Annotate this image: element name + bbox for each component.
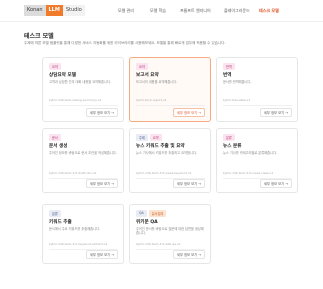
task-card-keyword-extraction[interactable]: 분류 키워드 추출 문서에서 주요 키워드를 추출해줍니다. kyllm-13b… <box>42 204 124 264</box>
card-model-path: kyllm-13b-tech-dialog-summary-v1 <box>49 98 102 102</box>
card-tag: 번역 <box>223 63 235 70</box>
card-divider <box>49 105 118 106</box>
view-details-button[interactable]: 세부 정보 보기 → <box>172 108 205 117</box>
card-tag: 문서 <box>49 134 61 141</box>
view-details-button[interactable]: 세부 정보 보기 → <box>85 108 118 117</box>
nav-model-management[interactable]: 모델 관리 <box>118 8 134 14</box>
view-details-button[interactable]: 세부 정보 보기 → <box>85 179 118 188</box>
page-title: 테스크 모델 <box>24 33 54 40</box>
task-card-translation[interactable]: 번역 번역 문서를 번역해줍니다. kyllm-translate-v1 세부 … <box>216 57 298 122</box>
card-model-path: kyllm-translate-v1 <box>223 98 251 102</box>
card-title: 뉴스 분류 <box>223 144 242 149</box>
card-title: 번역 <box>223 73 232 78</box>
card-model-path: kyllm-13b-tech-3.0-wiki-qa-v1 <box>136 242 181 246</box>
top-navigation-bar: Konan LLM Studio 모델 관리 모델 학습 프롬프트 엔지니어 플… <box>0 0 323 22</box>
task-card-doc-generation[interactable]: 문서 문서 생성 주어진 정보를 바탕으로 문서 초안을 작성해줍니다. kyl… <box>42 128 124 193</box>
card-divider <box>223 105 292 106</box>
brand-part-konan: Konan <box>24 5 46 16</box>
card-tag: 요약 <box>49 63 61 70</box>
card-description: 고객과 상담원 간의 대화 내용을 요약해줍니다. <box>49 80 111 84</box>
card-tag: 분류 <box>49 210 61 217</box>
card-model-path: kyllm-13b-tech-3.0-draft-doc-v1 <box>49 171 97 175</box>
card-description: 주어진 문서를 바탕으로 질문에 대한 답변을 생성해줍니다. <box>136 227 204 236</box>
card-tag: 유사질의 <box>148 210 167 217</box>
card-description: 문서를 번역해줍니다. <box>223 80 252 84</box>
card-title: 키워드 추출 <box>49 220 72 225</box>
card-model-path: kyllm-13b-tech-3.0-news-class-v1 <box>223 171 274 175</box>
page-subtitle: 주제에 따른 모델 템플릿을 통해 다양한 서비스 자동화를 위한 라이브러리를… <box>24 41 226 45</box>
card-description: 뉴스 기사에서 키워드를 추출하고 요약합니다. <box>136 151 197 155</box>
card-tag: QA <box>136 210 147 217</box>
task-card-wiki-qa[interactable]: QA 유사질의 위키문 QA 주어진 문서를 바탕으로 질문에 대한 답변을 생… <box>129 204 211 264</box>
task-card-news-keyword-summary[interactable]: 주제 요약 뉴스 키워드 추출 및 요약 뉴스 기사에서 키워드를 추출하고 요… <box>129 128 211 193</box>
view-details-button[interactable]: 세부 정보 보기 → <box>172 179 205 188</box>
card-description: 문서에서 주요 키워드를 추출해줍니다. <box>49 227 100 231</box>
card-model-path: kyllm-tech-report-v1 <box>136 98 167 102</box>
card-tag: 요약 <box>149 134 162 141</box>
card-model-path: kyllm-13b-tech-3.0-news-keyword-v1 <box>136 171 192 175</box>
card-title: 상담요약 모델 <box>49 73 76 78</box>
card-title: 문서 생성 <box>49 144 68 149</box>
nav-model-training[interactable]: 모델 학습 <box>150 8 166 14</box>
brand-logo[interactable]: Konan LLM Studio <box>24 5 85 16</box>
view-details-button[interactable]: 세부 정보 보기 → <box>172 250 205 259</box>
card-description: 뉴스 기사를 카테고리별로 분류해줍니다. <box>223 151 277 155</box>
card-tag: 주제 <box>136 134 148 141</box>
view-details-button[interactable]: 세부 정보 보기 → <box>85 250 118 259</box>
nav-task-model[interactable]: 테스크 모델 <box>259 8 279 14</box>
nav-prompt-engineer[interactable]: 프롬프트 엔지니어 <box>180 8 211 14</box>
brand-part-llm: LLM <box>45 5 63 16</box>
task-card-consult-summary[interactable]: 요약 상담요약 모델 고객과 상담원 간의 대화 내용을 요약해줍니다. kyl… <box>42 57 124 122</box>
task-card-report-summary[interactable]: 요약 보고서 요약 보고서의 내용을 요약해줍니다. kyllm-tech-re… <box>129 57 211 122</box>
card-title: 위키문 QA <box>136 220 158 225</box>
card-divider <box>136 105 205 106</box>
card-description: 주어진 정보를 바탕으로 문서 초안을 작성해줍니다. <box>49 151 117 155</box>
task-card-news-classification[interactable]: 분류 뉴스 분류 뉴스 기사를 카테고리별로 분류해줍니다. kyllm-13b… <box>216 128 298 193</box>
card-tag: 요약 <box>136 63 148 70</box>
nav-playground[interactable]: 플레이그라운드 <box>224 8 250 14</box>
card-tag: 분류 <box>223 134 235 141</box>
view-details-button[interactable]: 세부 정보 보기 → <box>259 179 292 188</box>
card-description: 보고서의 내용을 요약해줍니다. <box>136 80 178 84</box>
brand-part-studio: Studio <box>62 5 85 16</box>
card-title: 보고서 요약 <box>136 73 159 78</box>
card-model-path: kyllm-13b-tech-3.0-keyword-extract-v1 <box>49 242 108 246</box>
card-title: 뉴스 키워드 추출 및 요약 <box>136 144 185 149</box>
view-details-button[interactable]: 세부 정보 보기 → <box>259 108 292 117</box>
